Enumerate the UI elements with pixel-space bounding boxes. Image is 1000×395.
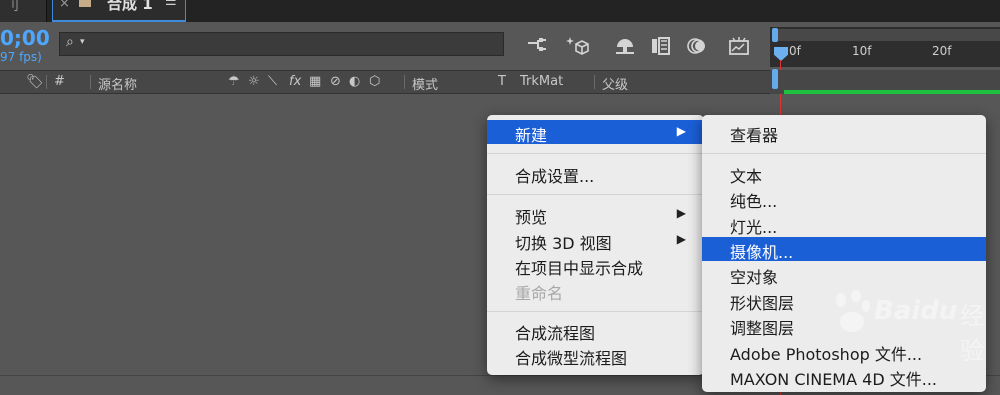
tick-label-20f: 20f — [932, 44, 952, 58]
baidu-watermark: Baidu 经验 — [832, 286, 992, 365]
frame-blend-icon[interactable] — [650, 36, 672, 56]
submenu-item-null-object-label: 空对象 — [730, 268, 779, 287]
adjustment-switch-icon[interactable]: ◐ — [349, 74, 360, 89]
frame-blend-switch-icon[interactable]: ▦ — [309, 74, 321, 89]
column-preserve-transparency[interactable]: T — [498, 74, 506, 89]
label-tag-icon[interactable]: 🏷 — [26, 74, 44, 90]
work-area-start-handle[interactable] — [772, 69, 778, 89]
column-source-name[interactable]: 源名称 — [98, 74, 137, 93]
tick-label-10f: 10f — [852, 44, 872, 58]
tab-previous[interactable]: 刂 — [0, 0, 47, 22]
submenu-item-camera[interactable]: 摄像机... — [702, 237, 986, 262]
comp-flowchart-icon[interactable] — [526, 36, 548, 56]
shy-switch-icon[interactable]: ☂ — [228, 74, 240, 89]
menu-item-reveal-in-project[interactable]: 在项目中显示合成 — [487, 253, 704, 278]
submenu-arrow-icon: ▶ — [676, 232, 686, 246]
menu-item-switch-3d-view[interactable]: 切换 3D 视图 ▶ — [487, 228, 704, 253]
menu-item-comp-settings-label: 合成设置... — [515, 167, 595, 186]
submenu-item-text[interactable]: 文本 — [702, 161, 986, 186]
quality-switch-icon[interactable]: ⟍ — [268, 74, 277, 89]
tick-label-0f: 0f — [789, 44, 801, 58]
search-dropdown-icon[interactable]: ▾ — [80, 37, 85, 47]
graph-editor-icon[interactable] — [728, 36, 750, 56]
menu-item-new[interactable]: 新建 ▶ — [487, 120, 704, 145]
submenu-item-adjustment-layer-label: 调整图层 — [730, 319, 795, 338]
tab-previous-label: 刂 — [6, 0, 20, 14]
effect-switch-icon[interactable]: fx — [289, 74, 301, 89]
submenu-item-solid[interactable]: 纯色... — [702, 186, 986, 211]
time-navigator-start-handle[interactable] — [772, 28, 778, 42]
new-submenu: 查看器 文本 纯色... 灯光... 摄像机... 空对象 形状图层 调整图层 … — [702, 115, 986, 392]
tab-composition-1[interactable]: × 合成 1 ☰ — [52, 0, 186, 22]
menu-item-comp-mini-flowchart-label: 合成微型流程图 — [515, 349, 628, 368]
submenu-item-light[interactable]: 灯光... — [702, 212, 986, 237]
motion-blur-icon[interactable] — [686, 36, 708, 56]
work-area-bar[interactable] — [784, 90, 1000, 94]
layer-search-input[interactable]: ⌕ ▾ — [59, 32, 504, 56]
panel-menu-icon[interactable]: ☰ — [165, 0, 177, 9]
column-parent[interactable]: 父级 — [602, 74, 628, 93]
column-mode[interactable]: 模式 — [412, 74, 438, 93]
tab-title: 合成 1 — [107, 0, 153, 13]
submenu-arrow-icon: ▶ — [676, 124, 686, 138]
search-icon: ⌕ — [66, 34, 74, 50]
submenu-item-camera-label: 摄像机... — [730, 243, 794, 262]
menu-item-comp-flowchart-label: 合成流程图 — [515, 324, 596, 343]
watermark-brand: Baidu — [874, 296, 958, 326]
menu-item-rename-label: 重命名 — [515, 284, 564, 303]
time-navigator-bar[interactable] — [776, 29, 1000, 41]
menu-separator — [702, 153, 986, 154]
submenu-item-cinema4d-file[interactable]: MAXON CINEMA 4D 文件... — [702, 364, 986, 389]
collapse-switch-icon[interactable]: ☼ — [248, 74, 260, 89]
close-icon[interactable]: × — [59, 0, 70, 11]
menu-item-preview-label: 预览 — [515, 208, 548, 227]
menu-separator — [487, 311, 704, 312]
menu-item-switch-3d-view-label: 切换 3D 视图 — [515, 234, 612, 253]
menu-item-rename: 重命名 — [487, 278, 704, 303]
column-trkmat[interactable]: TrkMat — [520, 74, 563, 89]
menu-separator — [487, 153, 704, 154]
submenu-item-viewer[interactable]: 查看器 — [702, 120, 986, 145]
paw-icon — [836, 290, 870, 332]
motion-blur-switch-icon[interactable]: ⊘ — [330, 74, 341, 89]
menu-item-reveal-in-project-label: 在项目中显示合成 — [515, 259, 644, 278]
3d-layer-switch-icon[interactable]: ⬡ — [369, 74, 380, 89]
menu-item-comp-mini-flowchart[interactable]: 合成微型流程图 — [487, 343, 704, 368]
active-tab-indicator — [52, 20, 186, 22]
submenu-item-shape-layer-label: 形状图层 — [730, 294, 795, 313]
current-timecode[interactable]: 0;00 — [0, 26, 50, 50]
submenu-item-light-label: 灯光... — [730, 218, 778, 237]
menu-separator — [487, 194, 704, 195]
menu-item-comp-settings[interactable]: 合成设置... — [487, 161, 704, 186]
submenu-item-viewer-label: 查看器 — [730, 126, 779, 145]
shy-icon[interactable] — [614, 36, 636, 56]
menu-item-comp-flowchart[interactable]: 合成流程图 — [487, 318, 704, 343]
submenu-arrow-icon: ▶ — [676, 206, 686, 220]
timeline-context-menu: 新建 ▶ 合成设置... 预览 ▶ 切换 3D 视图 ▶ 在项目中显示合成 重命… — [487, 115, 704, 375]
menu-item-preview[interactable]: 预览 ▶ — [487, 202, 704, 227]
layer-column-header: 🏷 # 源名称 ☂ ☼ ⟍ fx ▦ ⊘ ◐ ⬡ 模式 T TrkMat 父级 — [0, 70, 770, 94]
watermark-suffix: 经验 — [960, 302, 984, 365]
submenu-item-null-object[interactable]: 空对象 — [702, 262, 986, 287]
submenu-item-solid-label: 纯色... — [730, 192, 778, 211]
column-number[interactable]: # — [54, 74, 65, 89]
comp-color-swatch — [79, 0, 91, 7]
menu-item-new-label: 新建 — [515, 126, 548, 145]
frame-rate-readout: 97 fps) — [0, 50, 42, 64]
submenu-item-text-label: 文本 — [730, 167, 763, 186]
submenu-item-cinema4d-file-label: MAXON CINEMA 4D 文件... — [730, 370, 937, 389]
draft-3d-icon[interactable] — [566, 36, 589, 56]
